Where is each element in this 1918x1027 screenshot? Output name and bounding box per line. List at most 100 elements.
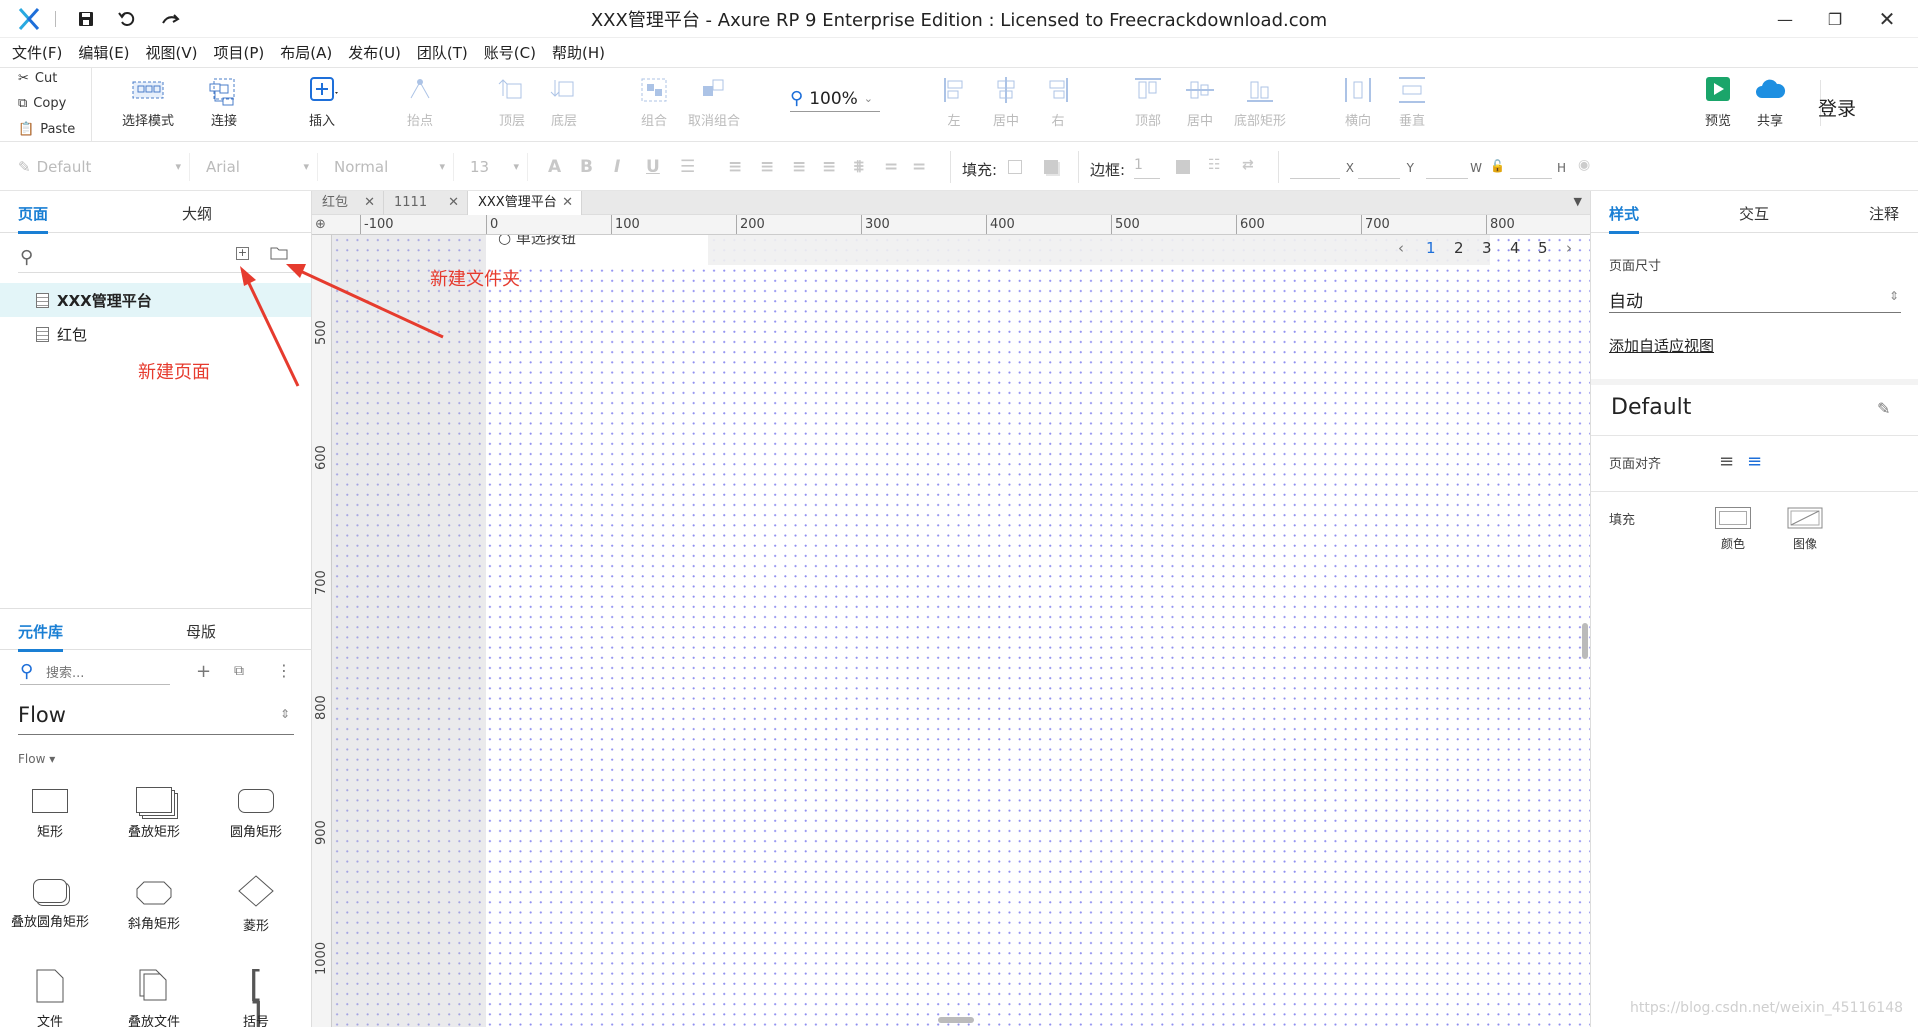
font-select[interactable]: Arial bbox=[198, 153, 318, 181]
minimize-icon[interactable]: — bbox=[1760, 4, 1810, 34]
vertical-scrollbar[interactable] bbox=[1582, 623, 1588, 659]
page-size-select[interactable]: 自动 ⇕ bbox=[1609, 287, 1901, 313]
add-folder-icon[interactable] bbox=[270, 245, 288, 261]
pager-page[interactable]: 2 bbox=[1454, 239, 1464, 257]
crosshair-icon[interactable]: ⊕ bbox=[315, 217, 326, 232]
pager-page[interactable]: 1 bbox=[1426, 239, 1436, 257]
library-stack-icon[interactable]: ⧉ bbox=[234, 663, 244, 679]
close-icon[interactable]: ✕ bbox=[1862, 4, 1912, 34]
menu-arrange[interactable]: 布局(A) bbox=[280, 42, 332, 63]
arrow-style-icon[interactable]: ⇄ bbox=[1242, 157, 1254, 173]
design-canvas[interactable]: ○ 单选按钮 ○ 单选按钮 ‹ 1 2 3 4 5 › bbox=[332, 235, 1590, 1027]
align-page-left-icon[interactable]: ≡ bbox=[1719, 451, 1734, 472]
library-section-header[interactable]: Flow ▾ bbox=[18, 752, 55, 766]
add-adaptive-view-link[interactable]: 添加自适应视图 bbox=[1609, 335, 1714, 356]
align-right-button[interactable]: 右 bbox=[1018, 74, 1098, 129]
text-align-left-icon[interactable]: ≡ bbox=[728, 157, 742, 177]
select-mode-button[interactable]: 选择模式 bbox=[108, 74, 188, 129]
bold-icon[interactable]: B bbox=[580, 157, 593, 177]
w-input[interactable]: W bbox=[1426, 157, 1482, 179]
valign-middle-icon[interactable]: = bbox=[884, 157, 898, 177]
close-icon[interactable]: ✕ bbox=[562, 191, 573, 215]
pager-next-icon[interactable]: › bbox=[1566, 239, 1572, 257]
widget-rounded-rectangle[interactable]: 圆角矩形 bbox=[206, 789, 306, 840]
close-icon[interactable]: ✕ bbox=[448, 191, 459, 215]
paste-button[interactable]: 📋 Paste bbox=[18, 122, 75, 137]
menu-view[interactable]: 视图(V) bbox=[146, 42, 198, 63]
insert-button[interactable]: 插入 bbox=[282, 74, 362, 129]
widget-bracket[interactable]: [ ] 括号 bbox=[206, 967, 306, 1027]
pager-page[interactable]: 5 bbox=[1538, 239, 1548, 257]
tab-document[interactable]: 1111 ✕ bbox=[384, 191, 468, 215]
menu-file[interactable]: 文件(F) bbox=[12, 42, 62, 63]
fill-color-swatch[interactable] bbox=[1008, 160, 1022, 174]
library-search[interactable]: ⚲ bbox=[20, 661, 170, 685]
h-input[interactable]: H bbox=[1510, 157, 1566, 179]
widget-file[interactable]: 文件 bbox=[0, 969, 100, 1027]
close-icon[interactable]: ✕ bbox=[364, 191, 375, 215]
underline-icon[interactable]: U bbox=[646, 157, 660, 177]
library-search-input[interactable] bbox=[46, 663, 164, 683]
share-button[interactable]: 共享 bbox=[1730, 74, 1810, 129]
align-page-center-icon[interactable]: ≡ bbox=[1747, 451, 1762, 472]
menu-team[interactable]: 团队(T) bbox=[417, 42, 468, 63]
visibility-icon[interactable]: ◉ bbox=[1578, 157, 1590, 173]
redo-icon[interactable] bbox=[160, 7, 182, 31]
cut-button[interactable]: ✂ Cut bbox=[18, 71, 57, 86]
tab-masters[interactable]: 母版 bbox=[186, 621, 216, 642]
valign-bottom-icon[interactable]: = bbox=[912, 157, 926, 177]
restore-icon[interactable]: ❐ bbox=[1810, 4, 1860, 34]
widget-stacked-rounded-rectangle[interactable]: 叠放圆角矩形 bbox=[0, 879, 100, 930]
style-select[interactable]: ✎ Default bbox=[10, 153, 190, 181]
menu-publish[interactable]: 发布(U) bbox=[348, 42, 401, 63]
menu-help[interactable]: 帮助(H) bbox=[552, 42, 605, 63]
tab-notes[interactable]: 注释 bbox=[1869, 203, 1899, 224]
font-color-icon[interactable]: A bbox=[548, 157, 561, 177]
menu-edit[interactable]: 编辑(E) bbox=[78, 42, 129, 63]
widget-stacked-rectangle[interactable]: 叠放矩形 bbox=[104, 787, 204, 840]
shadow-swatch[interactable] bbox=[1044, 160, 1058, 174]
edit-style-icon[interactable]: ✎ bbox=[1877, 399, 1890, 418]
tab-style[interactable]: 样式 bbox=[1609, 203, 1640, 234]
tab-outline[interactable]: 大纲 bbox=[182, 203, 212, 224]
border-style-icon[interactable]: ☷ bbox=[1208, 157, 1221, 173]
point-button[interactable]: 抬点 bbox=[380, 74, 460, 129]
fill-color-button[interactable]: 颜色 bbox=[1713, 507, 1753, 552]
x-input[interactable]: X bbox=[1290, 157, 1354, 179]
tabs-overflow-icon[interactable]: ▼ bbox=[1574, 195, 1582, 208]
login-button[interactable]: 登录 bbox=[1818, 94, 1856, 121]
widget-bevel-rectangle[interactable]: 斜角矩形 bbox=[104, 881, 204, 932]
tab-pages[interactable]: 页面 bbox=[18, 203, 49, 234]
lock-icon[interactable]: 🔓 bbox=[1490, 159, 1505, 173]
menu-account[interactable]: 账号(C) bbox=[484, 42, 536, 63]
save-icon[interactable] bbox=[76, 7, 96, 31]
tab-interactions[interactable]: 交互 bbox=[1739, 203, 1769, 224]
tab-document-active[interactable]: XXX管理平台 ✕ bbox=[468, 191, 582, 215]
widget-rectangle[interactable]: 矩形 bbox=[0, 789, 100, 840]
search-icon[interactable]: ⚲ bbox=[20, 247, 33, 268]
undo-icon[interactable] bbox=[117, 7, 137, 31]
page-item[interactable]: 红包 bbox=[0, 317, 311, 351]
more-icon[interactable]: ⋮ bbox=[276, 661, 292, 680]
ungroup-button[interactable]: 取消组合 bbox=[674, 74, 754, 129]
horizontal-scrollbar[interactable] bbox=[938, 1017, 974, 1023]
y-input[interactable]: Y bbox=[1358, 157, 1414, 179]
pager-page[interactable]: 3 bbox=[1482, 239, 1492, 257]
border-color-swatch[interactable] bbox=[1176, 160, 1190, 174]
fill-image-button[interactable]: 图像 bbox=[1785, 507, 1825, 552]
text-justify-icon[interactable]: ≡ bbox=[822, 157, 836, 177]
border-width-input[interactable]: 1 bbox=[1134, 157, 1160, 179]
tab-document[interactable]: 红包 ✕ bbox=[312, 191, 384, 215]
pager-prev-icon[interactable]: ‹ bbox=[1398, 239, 1404, 257]
size-select[interactable]: 13 bbox=[462, 153, 528, 181]
add-library-icon[interactable]: + bbox=[196, 661, 211, 682]
italic-icon[interactable]: I bbox=[614, 157, 620, 177]
pager-page[interactable]: 4 bbox=[1510, 239, 1520, 257]
page-item[interactable]: XXX管理平台 bbox=[0, 283, 311, 317]
tab-libraries[interactable]: 元件库 bbox=[18, 621, 64, 652]
send-back-button[interactable]: 底层 bbox=[524, 74, 604, 129]
copy-button[interactable]: ⧉ Copy bbox=[18, 96, 66, 111]
pagination-widget[interactable]: ○ 单选按钮 ○ 单选按钮 ‹ 1 2 3 4 5 › bbox=[486, 235, 1572, 265]
align-bottom-button[interactable]: 底部矩形 bbox=[1220, 74, 1300, 129]
menu-project[interactable]: 项目(P) bbox=[214, 42, 265, 63]
